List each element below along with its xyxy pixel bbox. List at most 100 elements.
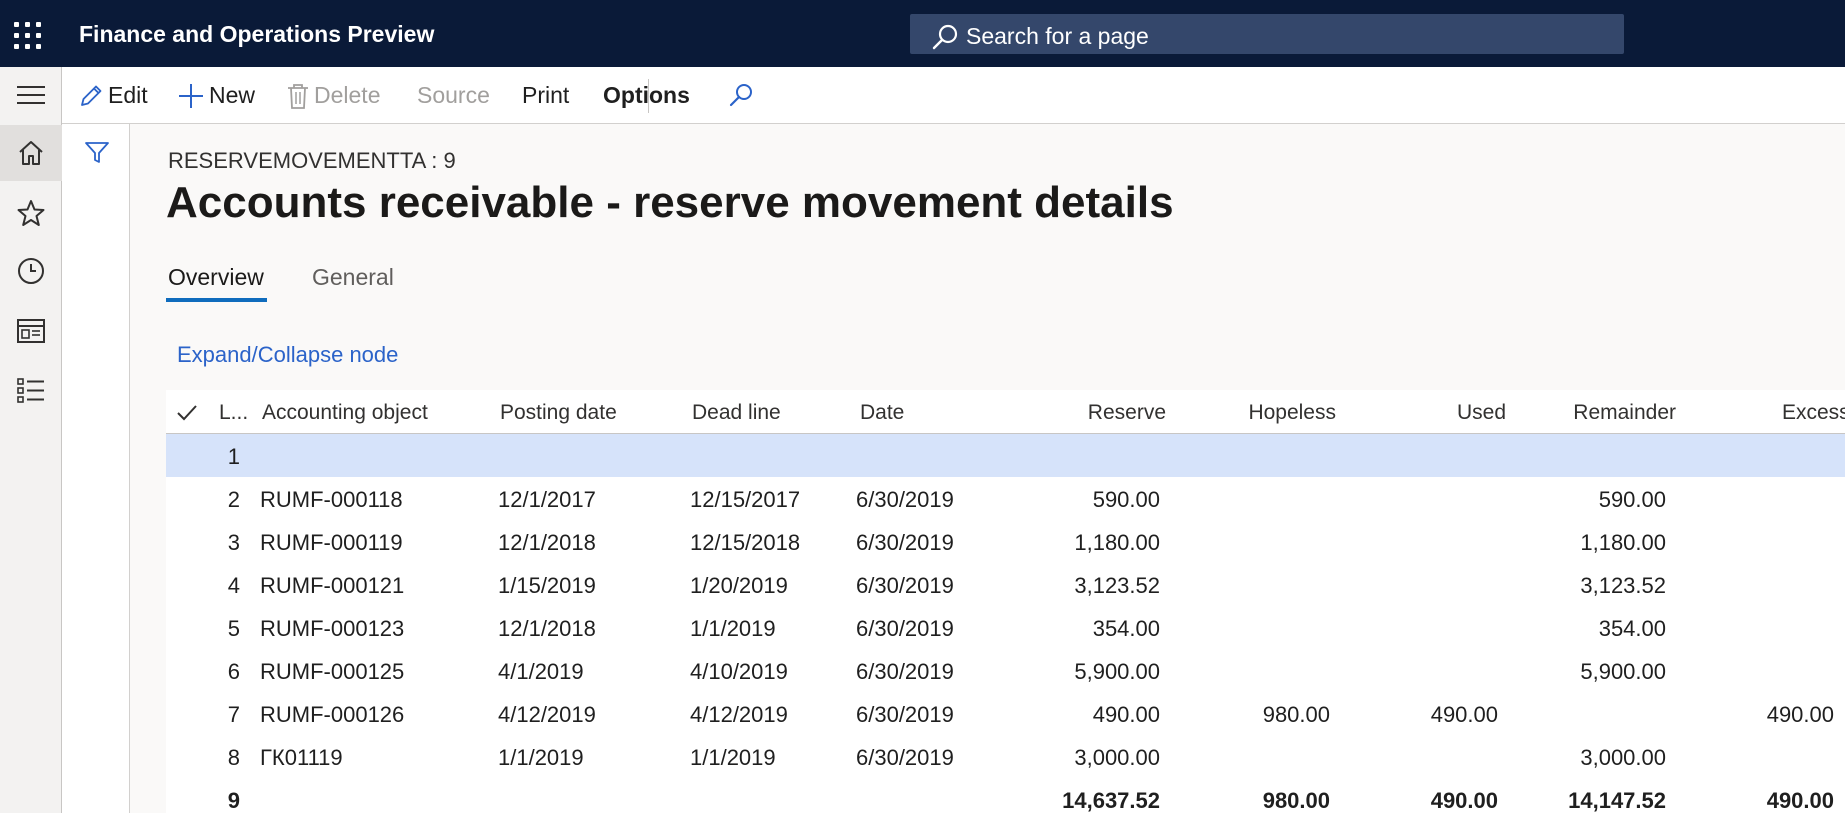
source-label: Source: [417, 82, 490, 108]
cell-accounting-object: RUMF-000126: [260, 702, 405, 727]
cell-date: 6/30/2019: [856, 487, 954, 512]
cell-dead-line: 1/1/2019: [690, 616, 776, 641]
table-total-row[interactable]: 9 14,637.52 980.00 490.00 14,147.52 490.00: [166, 778, 1845, 813]
cell-remainder: 3,000.00: [1580, 745, 1666, 770]
table-row[interactable]: 8 ГК01119 1/1/2019 1/1/2019 6/30/2019 3,000.0…: [166, 735, 1845, 778]
table-row[interactable]: 1: [166, 434, 1845, 477]
cell-remainder: 590.00: [1598, 487, 1666, 512]
edit-label: Edit: [108, 82, 148, 108]
cell-dead-line: 1/1/2019: [690, 745, 776, 770]
select-all-checkmark-icon[interactable]: [176, 404, 198, 422]
table-row[interactable]: 6 RUMF-000125 4/1/2019 4/10/2019 6/30/2019 5,…: [166, 649, 1845, 692]
cell-posting-date: 4/1/2019: [498, 659, 584, 684]
search-placeholder: Search for a page: [966, 23, 1149, 49]
column-header-hopeless[interactable]: Hopeless: [1216, 401, 1336, 425]
cell-remainder: 3,123.52: [1580, 573, 1666, 598]
cell-posting-date: 12/1/2018: [498, 530, 596, 555]
delete-label: Delete: [314, 82, 381, 108]
trash-icon: [288, 83, 308, 109]
cell-accounting-object: RUMF-000125: [260, 659, 405, 684]
source-button[interactable]: Source: [417, 67, 490, 124]
cell-remainder: 1,180.00: [1580, 530, 1666, 555]
app-title[interactable]: Finance and Operations Preview: [79, 21, 434, 48]
table-row[interactable]: 4 RUMF-000121 1/15/2019 1/20/2019 6/30/2019 3…: [166, 563, 1845, 606]
tab-overview[interactable]: Overview: [168, 264, 264, 291]
home-icon[interactable]: [0, 125, 62, 181]
app-launcher-icon[interactable]: [14, 22, 42, 50]
column-header-remainder[interactable]: Remainder: [1536, 401, 1676, 425]
cell-reserve: 590.00: [1092, 487, 1160, 512]
cell-dead-line: 12/15/2018: [690, 530, 801, 555]
cell-date: 6/30/2019: [856, 573, 954, 598]
search-input[interactable]: Search for a page: [910, 14, 1624, 54]
top-nav-bar: Finance and Operations Preview Search fo…: [0, 0, 1845, 67]
action-pane: Edit New Delete Source Print Options: [62, 67, 1845, 124]
print-button[interactable]: Print: [522, 67, 569, 124]
cell-dead-line: 4/12/2019: [690, 702, 788, 727]
cell-used: 490.00: [1430, 788, 1498, 813]
cell-dead-line: 1/20/2019: [690, 573, 788, 598]
workspaces-icon[interactable]: [0, 303, 62, 359]
active-tab-indicator: [166, 298, 267, 302]
expand-collapse-node-link[interactable]: Expand/Collapse node: [177, 342, 398, 368]
cell-posting-date: 12/1/2017: [498, 487, 596, 512]
delete-button[interactable]: Delete: [286, 67, 380, 124]
new-label: New: [209, 82, 256, 108]
cell-date: 6/30/2019: [856, 659, 954, 684]
column-header-posting-date[interactable]: Posting date: [500, 401, 617, 425]
column-header-used[interactable]: Used: [1386, 401, 1506, 425]
column-header-line[interactable]: L...: [219, 401, 248, 425]
cell-reserve: 3,000.00: [1074, 745, 1160, 770]
cell-line: 2: [227, 487, 240, 512]
cell-line: 4: [227, 573, 240, 598]
cell-remainder: 354.00: [1598, 616, 1666, 641]
cell-reserve: 5,900.00: [1074, 659, 1160, 684]
menu-icon[interactable]: [0, 67, 62, 123]
pencil-icon: [81, 85, 102, 106]
favorites-star-icon[interactable]: [0, 185, 62, 241]
table-row[interactable]: 5 RUMF-000123 12/1/2018 1/1/2019 6/30/2019 35…: [166, 606, 1845, 649]
print-label: Print: [522, 82, 570, 108]
column-header-date[interactable]: Date: [860, 401, 904, 425]
cell-reserve: 14,637.52: [1062, 788, 1160, 813]
action-search-icon[interactable]: [727, 67, 759, 124]
column-header-reserve[interactable]: Reserve: [1066, 401, 1166, 425]
cell-excess: 490.00: [1766, 788, 1834, 813]
cell-posting-date: 4/12/2019: [498, 702, 596, 727]
column-header-accounting-object[interactable]: Accounting object: [262, 401, 428, 425]
tab-general[interactable]: General: [312, 264, 394, 291]
cell-date: 6/30/2019: [856, 702, 954, 727]
cell-excess: 490.00: [1766, 702, 1834, 727]
cell-line: 6: [227, 659, 240, 684]
grid-header: L... Accounting object Posting date Dead…: [166, 390, 1845, 434]
recent-clock-icon[interactable]: [0, 243, 62, 299]
cell-line: 3: [227, 530, 240, 555]
plus-icon: [179, 83, 203, 108]
cell-reserve: 490.00: [1092, 702, 1160, 727]
new-button[interactable]: New: [177, 67, 255, 124]
column-header-dead-line[interactable]: Dead line: [692, 401, 781, 425]
edit-button[interactable]: Edit: [78, 67, 148, 124]
cell-accounting-object: ГК01119: [260, 745, 343, 770]
cell-accounting-object: RUMF-000119: [260, 530, 403, 555]
record-caption: RESERVEMOVEMENTTA : 9: [168, 148, 456, 173]
page-title: Accounts receivable - reserve movement d…: [166, 178, 1174, 227]
options-label: Options: [603, 82, 690, 108]
filter-pane: [62, 124, 130, 813]
cell-date: 6/30/2019: [856, 745, 954, 770]
modules-list-icon[interactable]: [0, 363, 62, 419]
table-row[interactable]: 7 RUMF-000126 4/12/2019 4/12/2019 6/30/2019 4…: [166, 692, 1845, 735]
cell-remainder: 5,900.00: [1580, 659, 1666, 684]
cell-line: 5: [227, 616, 240, 641]
filter-icon[interactable]: [84, 141, 110, 165]
table-row[interactable]: 3 RUMF-000119 12/1/2018 12/15/2018 6/30/2019…: [166, 520, 1845, 563]
cell-line: 9: [227, 788, 240, 813]
cell-line: 1: [227, 444, 240, 469]
cell-hopeless: 980.00: [1262, 702, 1330, 727]
cell-dead-line: 12/15/2017: [690, 487, 801, 512]
cell-remainder: 14,147.52: [1568, 788, 1666, 813]
reserve-movement-grid: L... Accounting object Posting date Dead…: [166, 390, 1845, 813]
column-header-excess[interactable]: Excess: [1782, 401, 1845, 425]
options-button[interactable]: Options: [603, 67, 690, 124]
table-row[interactable]: 2 RUMF-000118 12/1/2017 12/15/2017 6/30/2019…: [166, 477, 1845, 520]
